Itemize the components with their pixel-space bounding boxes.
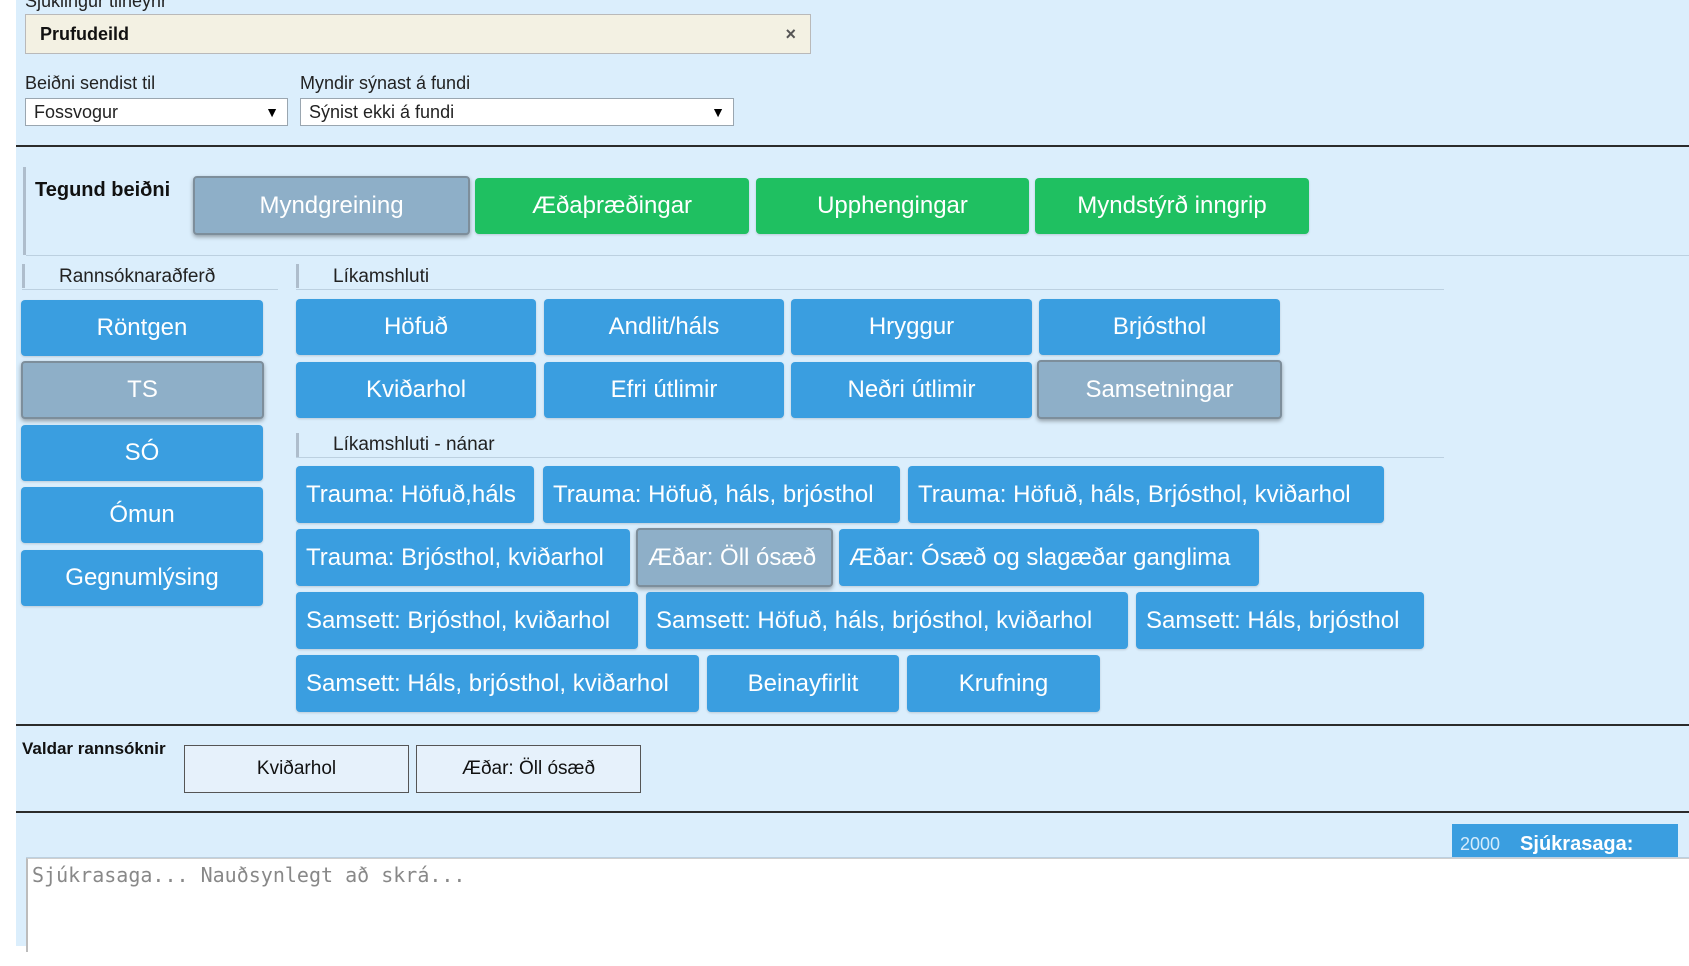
body-part-efri-utlimir-button[interactable]: Efri útlimir xyxy=(544,362,784,418)
detail-samsett-hals-brjosthol-kvidarhol-button[interactable]: Samsett: Háls, brjósthol, kviðarhol xyxy=(296,655,699,712)
body-part-samsetningar-button[interactable]: Samsetningar xyxy=(1037,360,1282,419)
request-type-accent xyxy=(23,167,26,255)
patient-unit-label: Sjúklingur tilheyrir xyxy=(25,0,168,11)
body-part-hofud-button[interactable]: Höfuð xyxy=(296,299,536,355)
detail-samsett-hofud-hals-brjosthol-kvidarhol-button[interactable]: Samsett: Höfuð, háls, brjósthol, kviðarh… xyxy=(646,592,1128,649)
send-to-value: Fossvogur xyxy=(34,101,119,122)
detail-krufning-button[interactable]: Krufning xyxy=(907,655,1100,712)
method-so-button[interactable]: SÓ xyxy=(21,425,263,481)
method-accent xyxy=(22,264,25,288)
detail-trauma-hofud-hals-button[interactable]: Trauma: Höfuð,háls xyxy=(296,466,534,523)
section-divider xyxy=(16,145,1689,147)
history-char-limit: 2000 xyxy=(1460,833,1501,854)
chevron-down-icon: ▼ xyxy=(711,104,725,120)
request-type-myndgreining-button[interactable]: Myndgreining xyxy=(193,176,470,235)
request-type-heading: Tegund beiðni xyxy=(35,179,171,201)
section-divider xyxy=(16,811,1689,813)
method-rule xyxy=(22,289,278,290)
body-part-accent xyxy=(296,264,299,288)
images-meeting-select[interactable]: Sýnist ekki á fundi ▼ xyxy=(300,98,734,126)
detail-trauma-brjosthol-kvidarhol-button[interactable]: Trauma: Brjósthol, kviðarhol xyxy=(296,529,630,586)
patient-unit-field[interactable]: Prufudeild × xyxy=(25,14,811,54)
history-textarea[interactable]: Sjúkrasaga... Nauðsynlegt að skrá... xyxy=(26,858,1689,952)
detail-aedar-oll-osaed-button[interactable]: Æðar: Öll ósæð xyxy=(636,528,833,587)
detail-trauma-hofud-hals-brjosthol-kvidarhol-button[interactable]: Trauma: Höfuð, háls, Brjósthol, kviðarho… xyxy=(908,466,1384,523)
history-title: Sjúkrasaga: xyxy=(1520,832,1634,855)
patient-unit-value: Prufudeild xyxy=(40,23,129,44)
method-rontgen-button[interactable]: Röntgen xyxy=(21,300,263,356)
body-part-detail-heading: Líkamshluti - nánar xyxy=(333,434,495,455)
body-part-rule xyxy=(296,289,1444,290)
request-type-aedathraedingar-button[interactable]: Æðaþræðingar xyxy=(475,178,749,234)
send-to-label: Beiðni sendist til xyxy=(25,73,156,93)
detail-aedar-osaed-slagaedar-button[interactable]: Æðar: Ósæð og slagæðar ganglima xyxy=(839,529,1259,586)
request-type-rule xyxy=(26,255,1689,256)
method-heading: Rannsóknaraðferð xyxy=(59,266,216,287)
body-part-hryggur-button[interactable]: Hryggur xyxy=(791,299,1032,355)
request-type-myndstyrd-inngrip-button[interactable]: Myndstýrð inngrip xyxy=(1035,178,1309,234)
selected-study-aedar-oll-osaed[interactable]: Æðar: Öll ósæð xyxy=(416,745,641,793)
body-part-andlit-hals-button[interactable]: Andlit/háls xyxy=(544,299,784,355)
selected-studies-label: Valdar rannsóknir xyxy=(22,739,166,758)
body-part-detail-rule xyxy=(296,457,1444,458)
body-part-nedri-utlimir-button[interactable]: Neðri útlimir xyxy=(791,362,1032,418)
chevron-down-icon: ▼ xyxy=(265,104,279,120)
send-to-select[interactable]: Fossvogur ▼ xyxy=(25,98,288,126)
request-type-upphengingar-button[interactable]: Upphengingar xyxy=(756,178,1029,234)
history-placeholder: Sjúkrasaga... Nauðsynlegt að skrá... xyxy=(32,863,466,887)
method-ts-button[interactable]: TS xyxy=(21,361,264,419)
section-divider xyxy=(16,724,1689,726)
clear-icon[interactable]: × xyxy=(785,24,796,45)
body-part-brjosthol-button[interactable]: Brjósthol xyxy=(1039,299,1280,355)
detail-samsett-brjosthol-kvidarhol-button[interactable]: Samsett: Brjósthol, kviðarhol xyxy=(296,592,638,649)
body-part-detail-accent xyxy=(296,433,299,457)
body-part-heading: Líkamshluti xyxy=(333,266,430,287)
detail-samsett-hals-brjosthol-button[interactable]: Samsett: Háls, brjósthol xyxy=(1136,592,1424,649)
detail-trauma-hofud-hals-brjosthol-button[interactable]: Trauma: Höfuð, háls, brjósthol xyxy=(543,466,900,523)
body-part-kvidarhol-button[interactable]: Kviðarhol xyxy=(296,362,536,418)
method-gegnumlysing-button[interactable]: Gegnumlýsing xyxy=(21,550,263,606)
method-omun-button[interactable]: Ómun xyxy=(21,487,263,543)
detail-beinayfirlit-button[interactable]: Beinayfirlit xyxy=(707,655,899,712)
selected-study-kvidarhol[interactable]: Kviðarhol xyxy=(184,745,409,793)
images-meeting-value: Sýnist ekki á fundi xyxy=(309,101,455,122)
images-meeting-label: Myndir sýnast á fundi xyxy=(300,73,471,93)
